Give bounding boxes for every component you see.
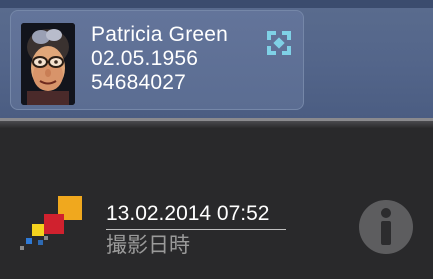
image-datetime: 13.02.2014 07:52 bbox=[106, 202, 270, 225]
patient-info: Patricia Green 02.05.1956 54684027 bbox=[91, 23, 228, 95]
header-top-strip bbox=[0, 0, 433, 8]
image-datetime-label: 撮影日時 bbox=[106, 234, 190, 257]
patient-id: 54684027 bbox=[91, 71, 187, 94]
patient-card[interactable]: Patricia Green 02.05.1956 54684027 bbox=[10, 10, 304, 110]
image-datetime-underline bbox=[106, 229, 286, 230]
unlink-icon bbox=[267, 31, 291, 55]
patient-avatar-icon bbox=[21, 23, 75, 105]
info-icon bbox=[359, 200, 413, 254]
patient-birth-date: 02.05.1956 bbox=[91, 47, 199, 70]
app-logo-icon bbox=[18, 192, 96, 258]
patient-name: Patricia Green bbox=[91, 23, 229, 46]
section-divider-shadow bbox=[0, 121, 433, 128]
patient-header: Patricia Green 02.05.1956 54684027 bbox=[0, 0, 433, 118]
info-button[interactable] bbox=[358, 199, 414, 255]
patient-panel: Patricia Green 02.05.1956 54684027 13.02… bbox=[0, 0, 433, 279]
unlink-button[interactable] bbox=[265, 29, 293, 57]
